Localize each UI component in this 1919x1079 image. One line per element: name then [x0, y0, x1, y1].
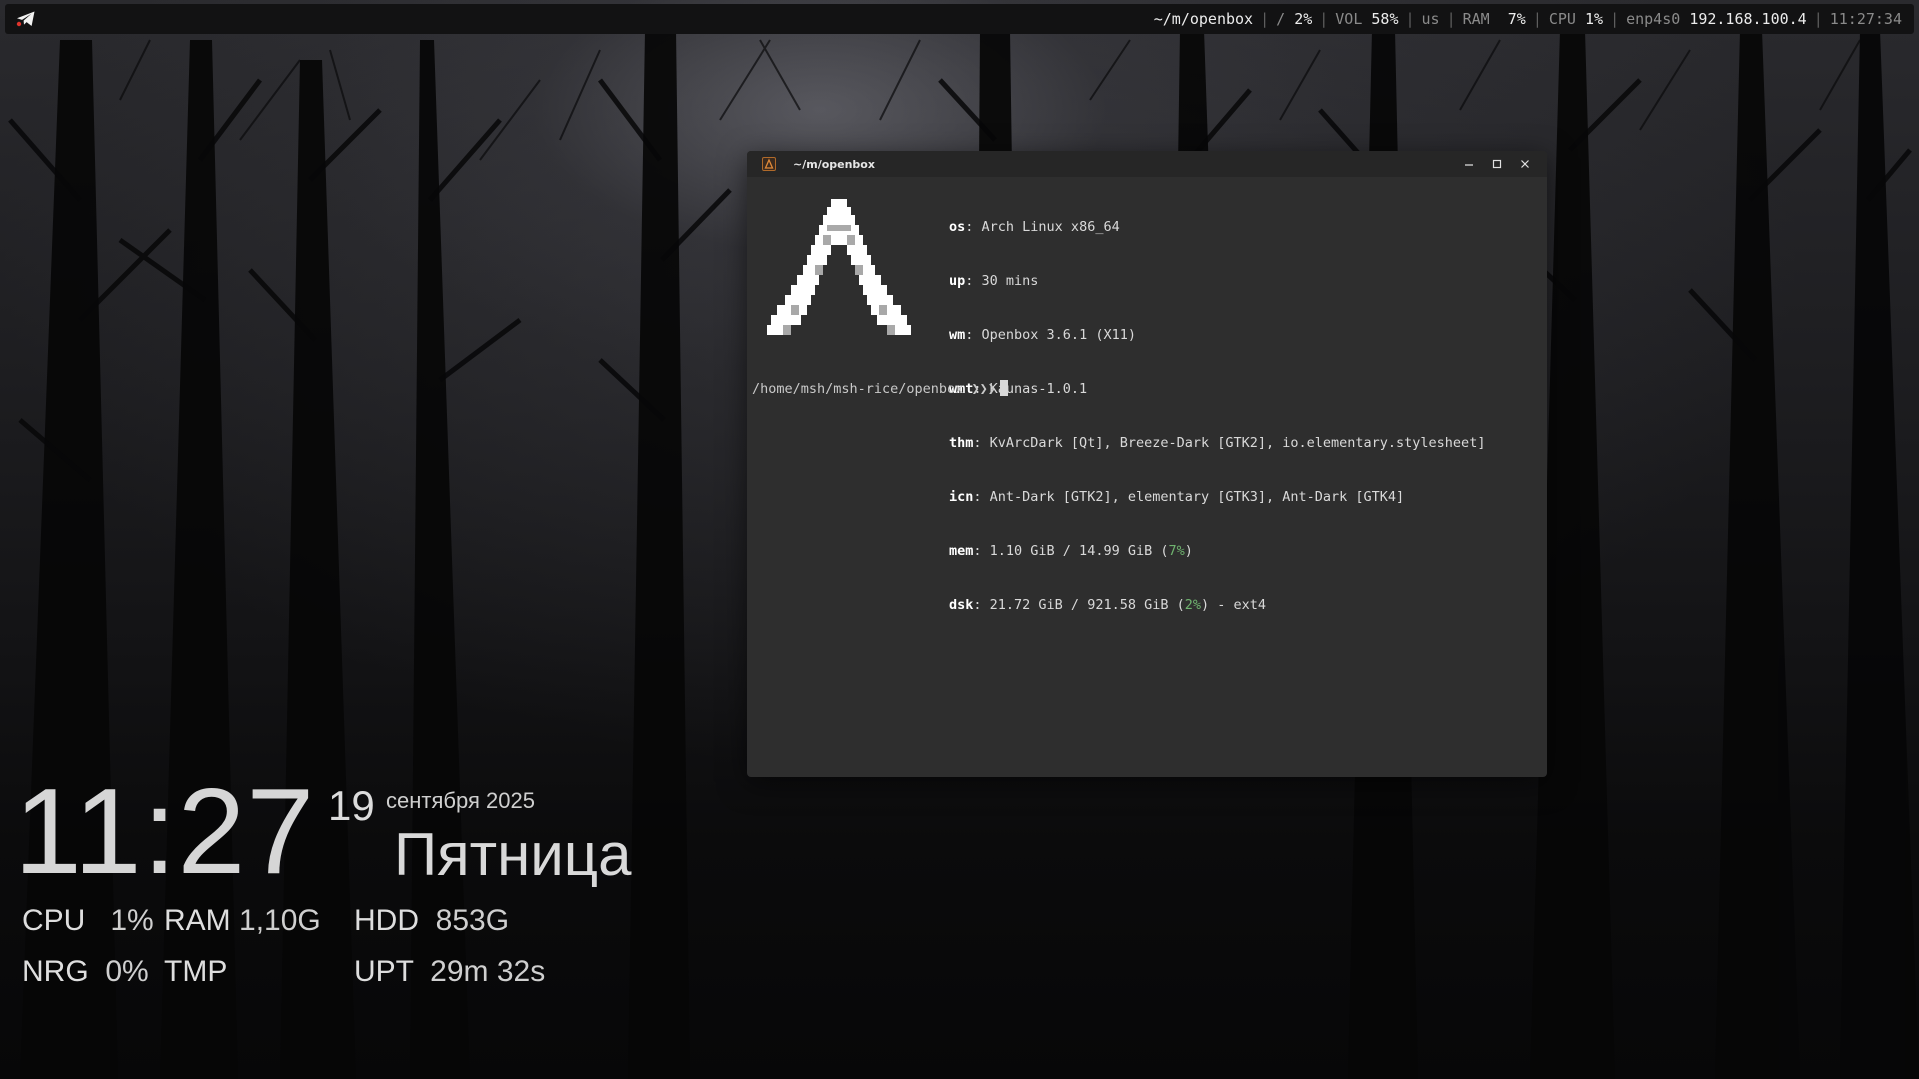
window-title: ~/m/openbox: [793, 157, 875, 171]
prompt-path: /home/msh/msh-rice/openbox: [752, 381, 964, 397]
cpu-label: CPU: [1548, 10, 1576, 28]
prompt-symbol: ❯❯❯: [971, 381, 996, 397]
keyboard-layout[interactable]: us: [1422, 10, 1440, 28]
volume-label: VOL: [1335, 10, 1363, 28]
info-wm-theme: wmt: Kaunas-1.0.1: [949, 381, 1088, 397]
maximize-icon: [1492, 159, 1502, 169]
volume-value[interactable]: 58%: [1371, 10, 1398, 28]
separator: |: [1405, 10, 1415, 28]
text-cursor: [999, 380, 1008, 396]
disk-label: /: [1276, 10, 1286, 28]
separator: |: [1813, 10, 1823, 28]
minimize-button[interactable]: [1455, 151, 1483, 177]
separator: |: [1446, 10, 1456, 28]
separator: |: [1260, 10, 1270, 28]
info-wm: wm: Openbox 3.6.1 (X11): [949, 327, 1136, 343]
network-interface: enp4s0: [1626, 10, 1681, 28]
info-disk: dsk: 21.72 GiB / 921.58 GiB (2%) - ext4: [949, 597, 1267, 613]
minimize-icon: [1465, 164, 1473, 166]
ram-value: 7%: [1507, 10, 1526, 28]
window-titlebar[interactable]: ~/m/openbox: [747, 151, 1547, 177]
shell-prompt[interactable]: /home/msh/msh-rice/openbox ❯❯❯: [752, 380, 1008, 398]
info-icons: icn: Ant-Dark [GTK2], elementary [GTK3],…: [949, 489, 1405, 505]
status-bar: ~/m/openbox | / 2% | VOL 58% | us | RAM …: [1154, 10, 1902, 28]
separator: |: [1610, 10, 1620, 28]
disk-value: 2%: [1294, 10, 1313, 28]
close-icon: [1521, 160, 1529, 168]
maximize-button[interactable]: [1483, 151, 1511, 177]
terminal-window[interactable]: ~/m/openbox os: Arch Linux x86_64 up: 30…: [747, 151, 1547, 777]
ip-address: 192.168.100.4: [1689, 10, 1807, 28]
separator: |: [1319, 10, 1329, 28]
system-info: os: Arch Linux x86_64 up: 30 mins wm: Op…: [949, 182, 1485, 650]
info-memory: mem: 1.10 GiB / 14.99 GiB (7%): [949, 543, 1193, 559]
cpu-value: 1%: [1585, 10, 1604, 28]
telegram-icon: [16, 11, 35, 27]
terminal-icon: [762, 157, 776, 171]
separator: |: [1532, 10, 1542, 28]
info-uptime: up: 30 mins: [949, 273, 1039, 289]
info-theme: thm: KvArcDark [Qt], Breeze-Dark [GTK2],…: [949, 435, 1486, 451]
ram-label: RAM: [1462, 10, 1490, 28]
close-button[interactable]: [1511, 151, 1539, 177]
info-os: os: Arch Linux x86_64: [949, 219, 1120, 235]
current-path: ~/m/openbox: [1153, 10, 1254, 28]
telegram-launcher[interactable]: [9, 4, 43, 34]
clock: 11:27:34: [1829, 10, 1902, 28]
arch-linux-logo: [767, 199, 911, 335]
top-panel: ~/m/openbox | / 2% | VOL 58% | us | RAM …: [5, 4, 1914, 34]
